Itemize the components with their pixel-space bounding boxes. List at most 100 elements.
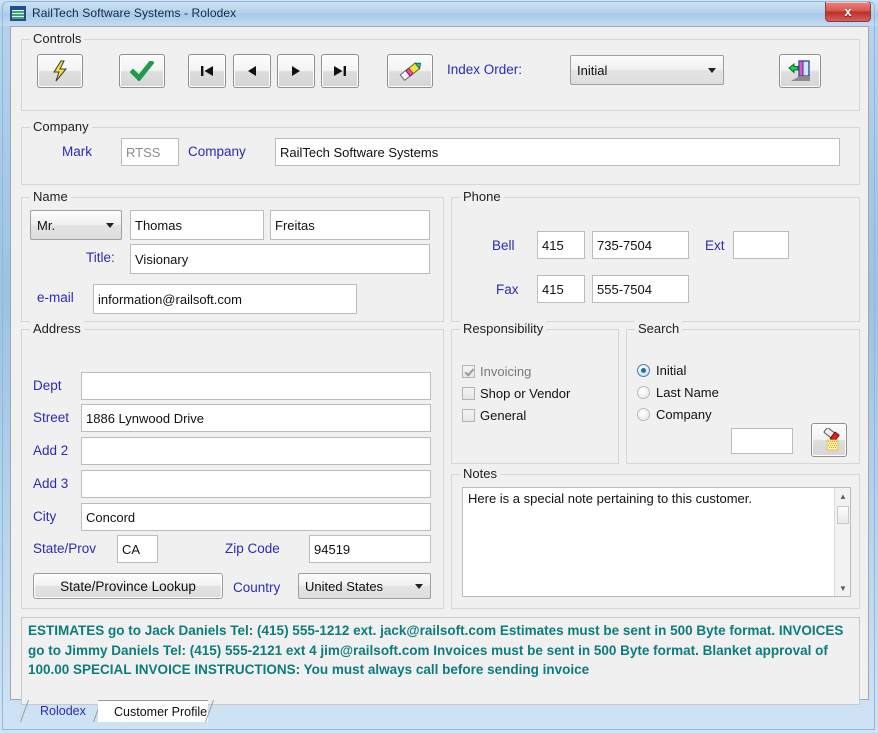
chevron-down-icon xyxy=(708,68,716,73)
state-field[interactable]: CA xyxy=(117,535,158,563)
radio-initial[interactable]: Initial xyxy=(637,363,686,378)
tab-strip: Rolodex Customer Profile xyxy=(10,700,869,724)
checkbox-icon xyxy=(462,409,475,422)
exit-button[interactable] xyxy=(779,54,821,88)
checkbox-shop-or-vendor[interactable]: Shop or Vendor xyxy=(462,386,570,401)
previous-record-button[interactable] xyxy=(233,54,271,88)
address-group: Address Dept Street 1886 Lynwood Drive A… xyxy=(21,329,444,609)
company-label: Company xyxy=(188,144,246,159)
last-record-button[interactable] xyxy=(321,54,359,88)
scroll-up-icon[interactable]: ▲ xyxy=(835,488,851,504)
salutation-value: Mr. xyxy=(37,218,55,233)
notes-group: Notes Here is a special note pertaining … xyxy=(451,474,860,609)
dept-label: Dept xyxy=(33,378,62,393)
checkbox-invoicing[interactable]: Invoicing xyxy=(462,364,531,379)
street-field[interactable]: 1886 Lynwood Drive xyxy=(81,404,431,432)
tab-rolodex[interactable]: Rolodex xyxy=(24,700,96,722)
lightning-bolt-icon xyxy=(50,60,70,82)
state-label: State/Prov xyxy=(33,541,96,556)
dept-field[interactable] xyxy=(81,372,431,400)
fax-area-field[interactable]: 415 xyxy=(537,275,585,303)
checkbox-general[interactable]: General xyxy=(462,408,526,423)
bell-label: Bell xyxy=(492,238,515,253)
search-group: Search Initial Last Name Company xyxy=(626,329,860,464)
mark-field[interactable]: RTSS xyxy=(121,138,179,166)
chevron-down-icon xyxy=(106,223,114,228)
scroll-down-icon[interactable]: ▼ xyxy=(835,580,851,596)
name-group: Name Mr. Thomas Freitas Title: Visionary… xyxy=(21,197,444,322)
client-area: Controls xyxy=(10,26,869,700)
special-instructions-banner: ESTIMATES go to Jack Daniels Tel: (415) … xyxy=(21,617,860,705)
zip-field[interactable]: 94519 xyxy=(309,535,431,563)
company-group-label: Company xyxy=(30,119,92,134)
add2-label: Add 2 xyxy=(33,443,68,458)
radio-icon xyxy=(637,364,650,377)
country-select[interactable]: United States xyxy=(298,573,431,599)
checkbox-icon xyxy=(462,365,475,378)
edit-button[interactable] xyxy=(387,54,433,88)
radio-company-label: Company xyxy=(656,407,712,422)
country-value: United States xyxy=(305,579,383,594)
company-group: Company Mark RTSS Company RailTech Softw… xyxy=(21,127,860,185)
search-input[interactable] xyxy=(731,428,793,454)
radio-last-name[interactable]: Last Name xyxy=(637,385,719,400)
add2-field[interactable] xyxy=(81,437,431,465)
checkbox-icon xyxy=(462,387,475,400)
first-record-button[interactable] xyxy=(188,54,226,88)
phone-group: Phone Bell 415 735-7504 Ext Fax 415 555-… xyxy=(451,197,860,322)
search-button[interactable] xyxy=(811,423,847,457)
email-label: e-mail xyxy=(37,290,74,305)
index-order-select[interactable]: Initial xyxy=(570,55,724,85)
controls-group-label: Controls xyxy=(30,31,84,46)
add3-field[interactable] xyxy=(81,470,431,498)
application-window: RailTech Software Systems - Rolodex x Co… xyxy=(0,0,878,733)
controls-group: Controls xyxy=(21,39,860,111)
search-group-label: Search xyxy=(635,321,682,336)
notes-scrollbar[interactable]: ▲ ▼ xyxy=(834,488,850,596)
radio-icon xyxy=(637,408,650,421)
next-record-button[interactable] xyxy=(277,54,315,88)
company-field[interactable]: RailTech Software Systems xyxy=(275,138,840,166)
green-check-icon xyxy=(130,61,154,81)
accept-button[interactable] xyxy=(119,54,165,88)
first-record-icon xyxy=(200,65,214,77)
city-label: City xyxy=(33,509,56,524)
ext-label: Ext xyxy=(705,238,725,253)
salutation-select[interactable]: Mr. xyxy=(30,210,122,240)
phone-group-label: Phone xyxy=(460,189,504,204)
state-province-lookup-button[interactable]: State/Province Lookup xyxy=(33,573,223,599)
street-label: Street xyxy=(33,410,69,425)
title-field[interactable]: Visionary xyxy=(130,244,430,274)
checkbox-shop-or-vendor-label: Shop or Vendor xyxy=(480,386,570,401)
scrollbar-thumb[interactable] xyxy=(837,506,849,524)
last-name-field[interactable]: Freitas xyxy=(270,210,430,240)
tab-customer-profile-label: Customer Profile xyxy=(114,705,207,719)
exit-door-icon xyxy=(788,60,812,82)
add3-label: Add 3 xyxy=(33,476,68,491)
pencil-eraser-icon xyxy=(396,59,424,83)
radio-initial-label: Initial xyxy=(656,363,686,378)
email-field[interactable]: information@railsoft.com xyxy=(93,284,357,314)
ext-field[interactable] xyxy=(733,231,789,259)
tab-customer-profile[interactable]: Customer Profile xyxy=(98,700,208,722)
chevron-down-icon xyxy=(415,584,423,589)
city-field[interactable]: Concord xyxy=(81,503,431,531)
notes-textarea[interactable]: Here is a special note pertaining to thi… xyxy=(462,487,851,597)
responsibility-group-label: Responsibility xyxy=(460,321,546,336)
flashlight-search-icon xyxy=(817,428,841,452)
next-record-icon xyxy=(290,65,302,77)
notes-group-label: Notes xyxy=(460,466,500,481)
index-order-value: Initial xyxy=(577,63,607,78)
checkbox-general-label: General xyxy=(480,408,526,423)
previous-record-icon xyxy=(246,65,258,77)
title-label: Title: xyxy=(86,250,115,265)
first-name-field[interactable]: Thomas xyxy=(130,210,264,240)
lightning-button[interactable] xyxy=(37,54,83,88)
name-group-label: Name xyxy=(30,189,71,204)
bell-number-field[interactable]: 735-7504 xyxy=(592,231,689,259)
responsibility-group: Responsibility Invoicing Shop or Vendor … xyxy=(451,329,619,464)
checkbox-invoicing-label: Invoicing xyxy=(480,364,531,379)
bell-area-field[interactable]: 415 xyxy=(537,231,585,259)
radio-company[interactable]: Company xyxy=(637,407,712,422)
fax-number-field[interactable]: 555-7504 xyxy=(592,275,689,303)
